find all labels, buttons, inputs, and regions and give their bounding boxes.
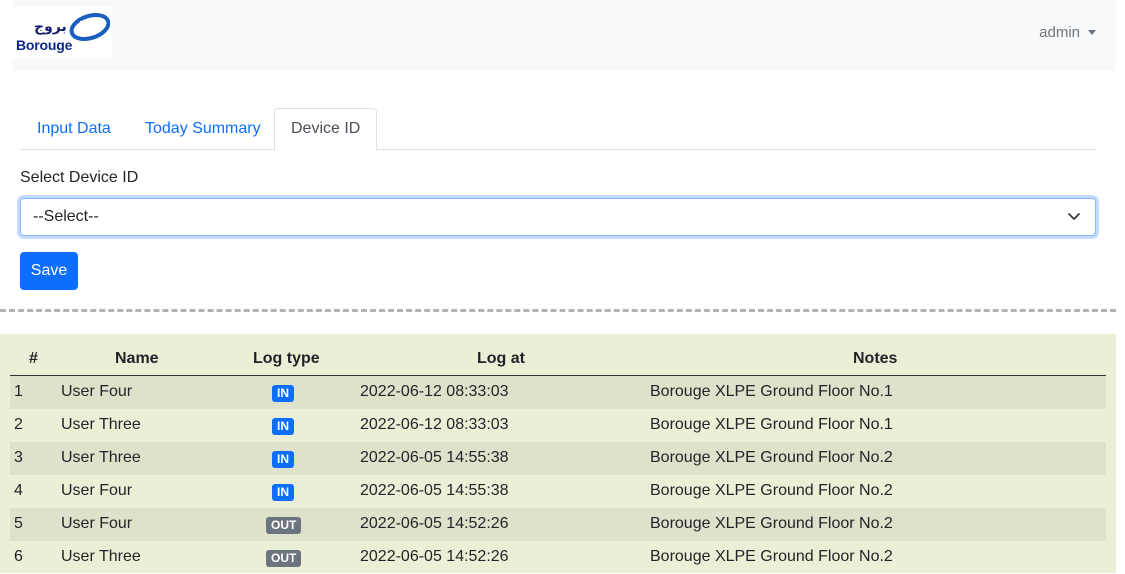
tab-bar: Input Data Today Summary Device ID (20, 108, 1096, 151)
cell-notes: Borouge XLPE Ground Floor No.2 (650, 515, 893, 532)
cell-name: User Three (61, 449, 141, 466)
device-id-select[interactable]: --Select-- (20, 198, 1096, 236)
cell-notes: Borouge XLPE Ground Floor No.2 (650, 449, 893, 466)
cell-number: 1 (14, 383, 23, 400)
cell-log-at: 2022-06-05 14:52:26 (360, 515, 509, 532)
tab-input-data[interactable]: Input Data (21, 108, 127, 150)
cell-number: 4 (14, 482, 23, 499)
cell-notes: Borouge XLPE Ground Floor No.1 (650, 416, 893, 433)
log-type-badge: OUT (266, 517, 302, 534)
save-button[interactable]: Save (20, 252, 78, 290)
cell-name: User Three (61, 416, 141, 433)
cell-name: User Three (61, 548, 141, 565)
chevron-down-icon (1068, 213, 1080, 220)
table-row: 3 User Three IN 2022-06-05 14:55:38 Boro… (10, 442, 1106, 475)
table-row: 5 User Four OUT 2022-06-05 14:52:26 Boro… (10, 508, 1106, 541)
logo-text: Borouge (16, 37, 73, 53)
log-type-badge: IN (272, 484, 294, 501)
cell-number: 2 (14, 416, 23, 433)
cell-number: 3 (14, 449, 23, 466)
borouge-logo[interactable]: بروج Borouge (12, 7, 112, 58)
cell-log-at: 2022-06-05 14:55:38 (360, 449, 509, 466)
log-type-badge: IN (272, 451, 294, 468)
cell-notes: Borouge XLPE Ground Floor No.1 (650, 383, 893, 400)
table-header: # Name Log type Log at Notes (10, 342, 1106, 376)
table-row: 1 User Four IN 2022-06-12 08:33:03 Borou… (10, 376, 1106, 409)
cell-name: User Four (61, 482, 133, 499)
section-divider (0, 309, 1116, 312)
navbar: بروج Borouge admin (12, 0, 1116, 71)
log-table: # Name Log type Log at Notes 1 User Four… (0, 334, 1116, 573)
log-type-badge: OUT (266, 550, 302, 567)
logo-arabic-text: بروج (34, 19, 67, 35)
cell-number: 5 (14, 515, 23, 532)
column-header-name: Name (115, 350, 159, 367)
cell-notes: Borouge XLPE Ground Floor No.2 (650, 548, 893, 565)
cell-name: User Four (61, 515, 133, 532)
cell-log-at: 2022-06-12 08:33:03 (360, 383, 509, 400)
cell-log-at: 2022-06-12 08:33:03 (360, 416, 509, 433)
table-row: 6 User Three OUT 2022-06-05 14:52:26 Bor… (10, 541, 1106, 574)
select-device-label: Select Device ID (20, 169, 139, 186)
column-header-log-at: Log at (477, 350, 525, 367)
table-row: 4 User Four IN 2022-06-05 14:55:38 Borou… (10, 475, 1106, 508)
user-name: admin (1039, 24, 1080, 41)
caret-down-icon (1088, 30, 1096, 35)
tab-today-summary[interactable]: Today Summary (129, 108, 277, 150)
log-type-badge: IN (272, 385, 294, 402)
column-header-notes: Notes (853, 350, 898, 367)
cell-name: User Four (61, 383, 133, 400)
log-type-badge: IN (272, 418, 294, 435)
user-menu-dropdown[interactable]: admin (1039, 24, 1096, 41)
cell-notes: Borouge XLPE Ground Floor No.2 (650, 482, 893, 499)
table-row: 2 User Three IN 2022-06-12 08:33:03 Boro… (10, 409, 1106, 442)
column-header-log-type: Log type (253, 350, 320, 367)
column-header-number: # (29, 350, 38, 367)
cell-log-at: 2022-06-05 14:52:26 (360, 548, 509, 565)
select-value: --Select-- (33, 208, 99, 225)
borouge-logo-icon (69, 13, 110, 41)
tab-device-id[interactable]: Device ID (274, 108, 378, 151)
cell-number: 6 (14, 548, 23, 565)
cell-log-at: 2022-06-05 14:55:38 (360, 482, 509, 499)
